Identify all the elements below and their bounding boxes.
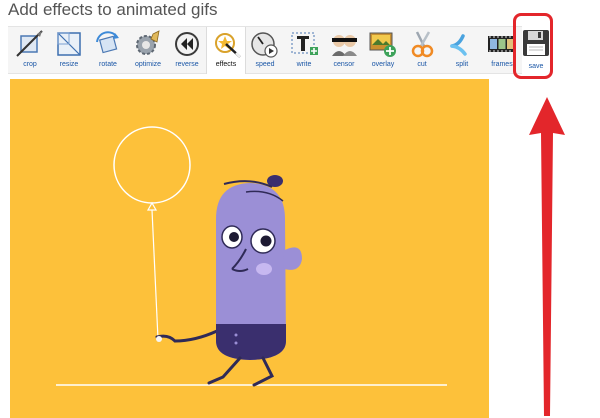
animation-frame-image xyxy=(56,126,447,387)
crop-icon xyxy=(16,30,43,57)
balloon xyxy=(113,126,191,204)
page-title: Add effects to animated gifs xyxy=(8,0,218,19)
reverse-icon xyxy=(175,32,199,56)
red-arrow-icon xyxy=(529,97,565,416)
write-icon xyxy=(291,32,318,55)
split-icon xyxy=(450,34,467,56)
optimize-icon xyxy=(136,30,160,55)
tool-toolbar: crop resize rotate optimize reverse effe… xyxy=(8,26,522,74)
resize-icon xyxy=(57,32,81,56)
overlay-icon xyxy=(369,32,396,57)
save-highlight-box xyxy=(513,13,553,79)
effects-icon xyxy=(215,33,241,58)
rotate-icon xyxy=(96,31,119,54)
balloon-string xyxy=(151,209,159,340)
cut-icon xyxy=(411,31,434,58)
gif-preview-canvas xyxy=(10,79,489,418)
speed-icon xyxy=(251,32,278,58)
censor-icon xyxy=(332,35,357,56)
